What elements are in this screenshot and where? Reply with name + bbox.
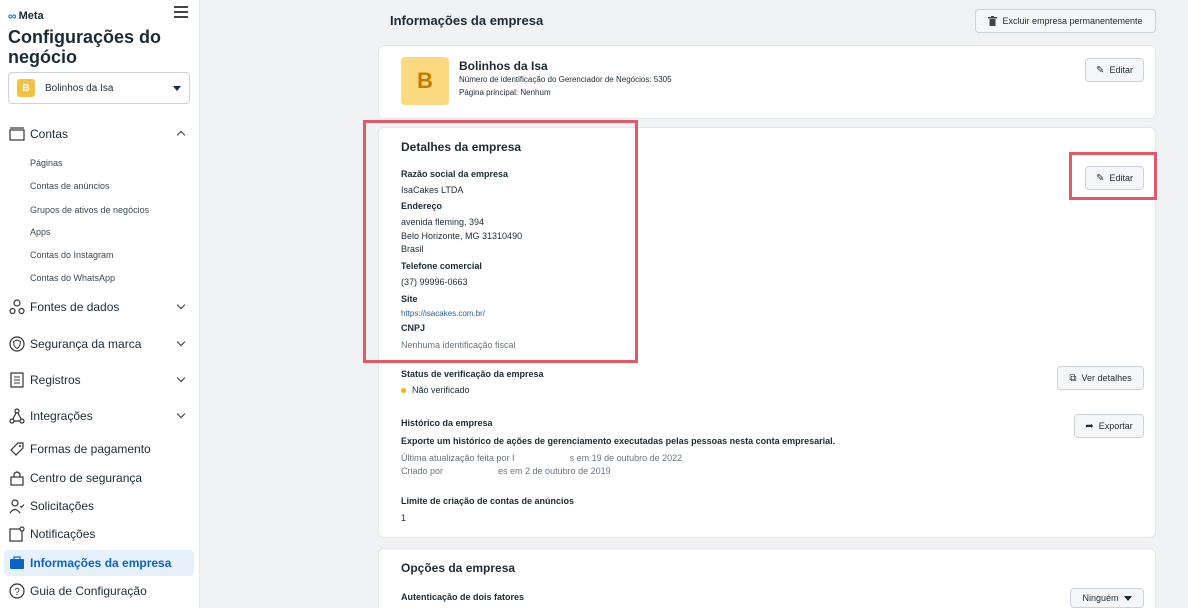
dropdown-caret-icon (1123, 595, 1132, 601)
sidebar-item-integracoes[interactable]: Integrações (4, 403, 194, 429)
shield-icon (8, 335, 26, 353)
trash-icon (988, 16, 998, 26)
sidebar-item-centro-seguranca[interactable]: Centro de segurança (4, 465, 194, 491)
history-created-by: Criado por es em 2 de outubro de 2019 (401, 466, 611, 476)
history-last-updated: Última atualização feita por Is em 19 de… (401, 453, 683, 463)
sidebar-item-registros[interactable]: Registros (4, 367, 194, 393)
external-link-icon: ⧉ (1069, 372, 1077, 384)
export-button[interactable]: ➦ Exportar (1074, 414, 1144, 438)
sidebar-item-fontes-dados[interactable]: Fontes de dados (4, 294, 194, 320)
page-title: Informações da empresa (390, 13, 544, 28)
business-selector-name: Bolinhos da Isa (45, 82, 114, 94)
chevron-down-icon (176, 337, 186, 347)
help-circle-icon: ? (8, 582, 26, 600)
chevron-down-icon (176, 300, 186, 310)
two-factor-select[interactable]: Ninguém (1070, 588, 1144, 608)
sidebar-item-seguranca-marca[interactable]: Segurança da marca (4, 331, 194, 357)
history-description: Exporte um histórico de ações de gerenci… (401, 436, 836, 446)
two-factor-label: Autenticação de dois fatores (401, 592, 525, 602)
history-label: Histórico da empresa (401, 418, 493, 428)
data-sources-icon (8, 298, 26, 316)
sidebar-subitem-contas-anuncios[interactable]: Contas de anúncios (30, 181, 110, 191)
verification-status-label: Status de verificação da empresa (401, 369, 544, 379)
edit-summary-button[interactable]: ✎ Editar (1085, 58, 1144, 82)
business-selector[interactable]: B Bolinhos da Isa (8, 72, 190, 104)
person-check-icon (8, 497, 26, 515)
pencil-icon: ✎ (1096, 64, 1105, 76)
sidebar-item-formas-pagamento[interactable]: Formas de pagamento (4, 436, 194, 462)
status-dot-icon (401, 388, 406, 394)
business-manager-id: Número de identificação do Gerenciador d… (459, 75, 672, 84)
hamburger-menu-icon[interactable] (174, 6, 188, 18)
dropdown-caret-icon (173, 85, 181, 91)
registry-icon (8, 371, 26, 389)
meta-infinity-icon: ∞ (8, 9, 17, 23)
sidebar-subitem-paginas[interactable]: Páginas (30, 158, 63, 168)
meta-logo[interactable]: ∞ Meta (8, 9, 44, 23)
svg-text:?: ? (14, 587, 20, 598)
business-avatar: B (17, 79, 35, 97)
sidebar: ∞ Meta Configurações do negócio B Bolinh… (0, 0, 200, 608)
view-details-button[interactable]: ⧉ Ver detalhes (1057, 366, 1144, 390)
ad-account-limit-value: 1 (401, 513, 407, 523)
delete-business-button[interactable]: Excluir empresa permanentemente (975, 9, 1156, 33)
sidebar-subitem-apps[interactable]: Apps (30, 227, 51, 237)
notification-icon (8, 525, 26, 543)
business-logo: B (401, 57, 449, 105)
business-summary-card: B Bolinhos da Isa Número de identificaçã… (378, 45, 1156, 119)
sidebar-item-solicitacoes[interactable]: Solicitações (4, 493, 194, 519)
sidebar-item-informacoes-empresa[interactable]: Informações da empresa (4, 550, 194, 576)
verification-status-value: Não verificado (401, 385, 470, 395)
accounts-icon (8, 125, 26, 143)
sidebar-subitem-whatsapp[interactable]: Contas do WhatsApp (30, 273, 115, 283)
share-arrow-icon: ➦ (1085, 420, 1094, 432)
sidebar-subitem-instagram[interactable]: Contas do Instagram (30, 250, 114, 260)
business-name: Bolinhos da Isa (459, 59, 548, 73)
briefcase-icon (8, 554, 26, 572)
highlight-edit-box (1069, 152, 1157, 200)
sidebar-subitem-grupos-ativos[interactable]: Grupos de ativos de negócios (30, 205, 149, 215)
chevron-down-icon (176, 373, 186, 383)
options-title: Opções da empresa (401, 561, 516, 575)
chevron-up-icon (176, 130, 186, 140)
sidebar-title: Configurações do negócio (8, 27, 162, 67)
sidebar-item-notificacoes[interactable]: Notificações (4, 521, 194, 547)
ad-account-limit-label: Limite de criação de contas de anúncios (401, 496, 575, 506)
chevron-down-icon (176, 409, 186, 419)
highlight-details-box (363, 120, 638, 363)
primary-page: Página principal: Nenhum (459, 88, 551, 97)
lock-icon (8, 469, 26, 487)
integrations-icon (8, 407, 26, 425)
sidebar-item-guia-configuracao[interactable]: ? Guia de Configuração (4, 578, 194, 604)
sidebar-item-contas[interactable]: Contas (4, 121, 194, 147)
payment-tag-icon (8, 440, 26, 458)
business-options-card: Opções da empresa Autenticação de dois f… (378, 548, 1156, 608)
